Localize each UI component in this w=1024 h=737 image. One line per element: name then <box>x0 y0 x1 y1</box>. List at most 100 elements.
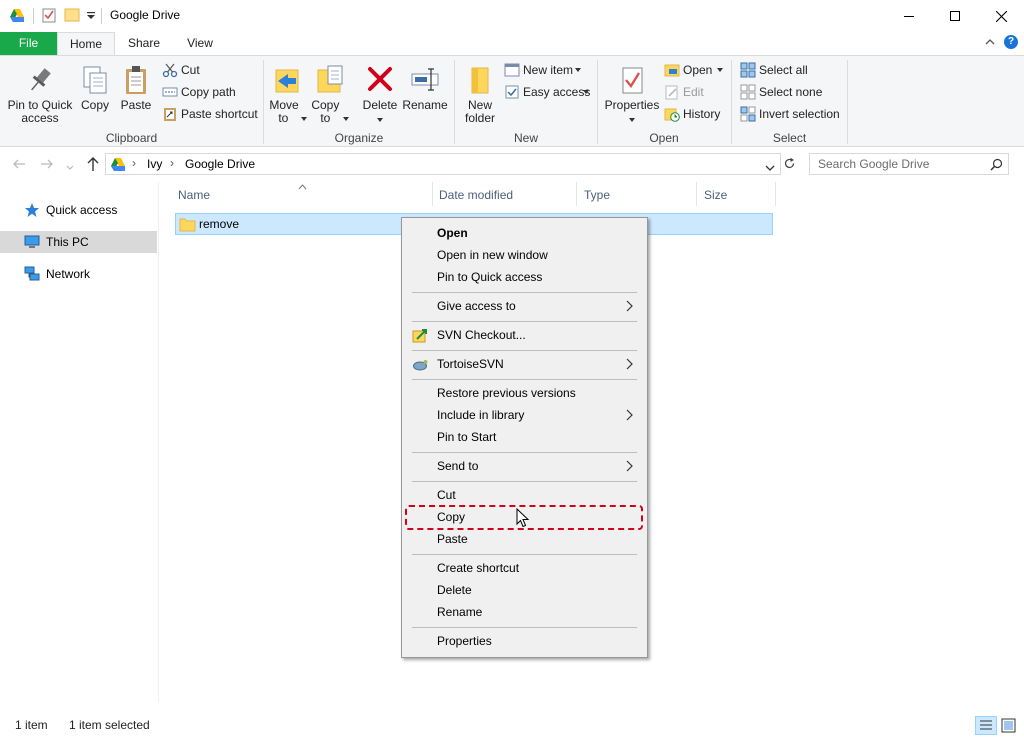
menu-item-create-shortcut[interactable]: Create shortcut <box>404 557 645 579</box>
up-arrow-icon[interactable] <box>86 156 100 175</box>
menu-item-label: Rename <box>437 605 483 619</box>
tab-home[interactable]: Home <box>57 32 115 56</box>
properties-button[interactable]: Properties <box>602 64 662 125</box>
menu-item-rename[interactable]: Rename <box>404 601 645 623</box>
rename-icon <box>411 68 439 91</box>
new-item-icon <box>504 63 520 77</box>
properties-quick-icon[interactable] <box>41 7 57 23</box>
invert-selection-label: Invert selection <box>759 107 840 121</box>
menu-item-pin-quick-access[interactable]: Pin to Quick access <box>404 266 645 288</box>
menu-item-cut[interactable]: Cut <box>404 484 645 506</box>
select-all-label: Select all <box>759 63 808 77</box>
column-divider[interactable] <box>432 182 433 206</box>
menu-item-paste[interactable]: Paste <box>404 528 645 550</box>
close-button[interactable] <box>978 0 1024 32</box>
menu-item-properties[interactable]: Properties <box>404 630 645 652</box>
breadcrumb-ivy[interactable]: Ivy <box>147 157 162 171</box>
recent-locations-chevron-icon[interactable] <box>66 160 74 174</box>
pin-to-quick-access-button[interactable]: Pin to Quick access <box>4 64 76 125</box>
menu-item-open[interactable]: Open <box>404 222 645 244</box>
history-icon <box>664 108 680 122</box>
paste-label: Paste <box>120 98 152 112</box>
menu-item-open-new-window[interactable]: Open in new window <box>404 244 645 266</box>
new-folder-button[interactable]: New folder <box>458 64 502 125</box>
paste-button[interactable]: Paste <box>117 64 155 112</box>
details-view-icon[interactable] <box>975 716 997 735</box>
copy-to-button[interactable]: Copy to <box>310 64 350 125</box>
copy-path-label: Copy path <box>181 85 236 99</box>
column-divider[interactable] <box>775 182 776 206</box>
google-drive-icon <box>110 156 126 175</box>
collapse-ribbon-icon[interactable] <box>984 36 996 51</box>
star-icon <box>25 203 39 217</box>
tab-view[interactable]: View <box>174 32 226 55</box>
search-box[interactable]: Search Google Drive <box>809 153 1009 175</box>
submenu-arrow-icon <box>626 460 633 472</box>
search-input[interactable]: Search Google Drive <box>818 157 929 171</box>
window-title: Google Drive <box>110 8 181 22</box>
forward-arrow-icon[interactable] <box>40 157 54 174</box>
help-icon[interactable]: ? <box>1004 35 1018 49</box>
back-arrow-icon[interactable] <box>12 157 26 174</box>
menu-item-give-access[interactable]: Give access to <box>404 295 645 317</box>
ribbon-tab-row: File Home Share View ? <box>0 32 1024 56</box>
breadcrumb-chevron-icon[interactable]: › <box>170 156 174 170</box>
pin-label: Pin to Quick access <box>7 98 73 125</box>
minimize-button[interactable] <box>886 0 932 32</box>
new-item-label: New item <box>523 63 574 77</box>
group-separator <box>847 60 848 144</box>
column-divider[interactable] <box>696 182 697 206</box>
copy-label: Copy <box>80 98 109 112</box>
maximize-button[interactable] <box>932 0 978 32</box>
nav-item-network[interactable]: Network <box>0 263 157 285</box>
tab-share[interactable]: Share <box>118 32 170 55</box>
menu-item-label: Restore previous versions <box>437 386 576 400</box>
move-to-button[interactable]: Move to <box>268 64 308 125</box>
search-icon[interactable] <box>990 158 1003 174</box>
delete-x-icon <box>368 67 392 91</box>
invert-selection-icon <box>740 106 756 122</box>
menu-item-restore-previous-versions[interactable]: Restore previous versions <box>404 382 645 404</box>
nav-item-this-pc[interactable]: This PC <box>0 231 157 253</box>
breadcrumb-chevron-icon[interactable]: › <box>132 156 136 170</box>
nav-item-quick-access[interactable]: Quick access <box>0 199 157 221</box>
column-header-type[interactable]: Type <box>584 186 610 204</box>
menu-item-include-in-library[interactable]: Include in library <box>404 404 645 426</box>
edit-label: Edit <box>683 85 704 99</box>
menu-item-label: Cut <box>437 488 456 502</box>
customize-toolbar-chevron-icon[interactable] <box>85 7 101 23</box>
menu-item-label: SVN Checkout... <box>437 328 526 342</box>
menu-item-label: TortoiseSVN <box>437 357 504 371</box>
paste-icon <box>126 66 146 94</box>
address-dropdown-chevron-icon[interactable] <box>765 161 775 175</box>
tab-file[interactable]: File <box>0 32 57 55</box>
easy-access-label: Easy access <box>523 85 591 99</box>
rename-button[interactable]: Rename <box>402 64 448 112</box>
delete-button[interactable]: Delete <box>360 64 400 125</box>
breadcrumb-google-drive[interactable]: Google Drive <box>185 157 255 171</box>
file-name: remove <box>199 217 240 231</box>
column-header-name[interactable]: Name <box>178 186 210 204</box>
refresh-icon[interactable] <box>783 157 796 173</box>
menu-item-send-to[interactable]: Send to <box>404 455 645 477</box>
nav-label: Quick access <box>46 203 118 217</box>
column-header-date-modified[interactable]: Date modified <box>439 186 513 204</box>
copy-button[interactable]: Copy <box>76 64 114 112</box>
menu-item-tortoisesvn[interactable]: TortoiseSVN <box>404 353 645 375</box>
select-none-label: Select none <box>759 85 823 99</box>
menu-item-pin-to-start[interactable]: Pin to Start <box>404 426 645 448</box>
large-icons-view-icon[interactable] <box>1000 717 1018 737</box>
column-header-size[interactable]: Size <box>704 186 727 204</box>
address-bar[interactable]: › Ivy › Google Drive <box>105 153 781 175</box>
submenu-arrow-icon <box>626 409 633 421</box>
new-folder-quick-icon[interactable] <box>64 7 80 23</box>
menu-item-label: Pin to Start <box>437 430 497 444</box>
chevron-down-icon <box>575 68 581 72</box>
menu-item-label: Delete <box>437 583 472 597</box>
menu-item-svn-checkout[interactable]: SVN Checkout... <box>404 324 645 346</box>
submenu-arrow-icon <box>626 300 633 312</box>
column-divider[interactable] <box>576 182 577 206</box>
title-bar: Google Drive <box>0 0 1024 32</box>
divider <box>33 8 34 24</box>
menu-item-delete[interactable]: Delete <box>404 579 645 601</box>
